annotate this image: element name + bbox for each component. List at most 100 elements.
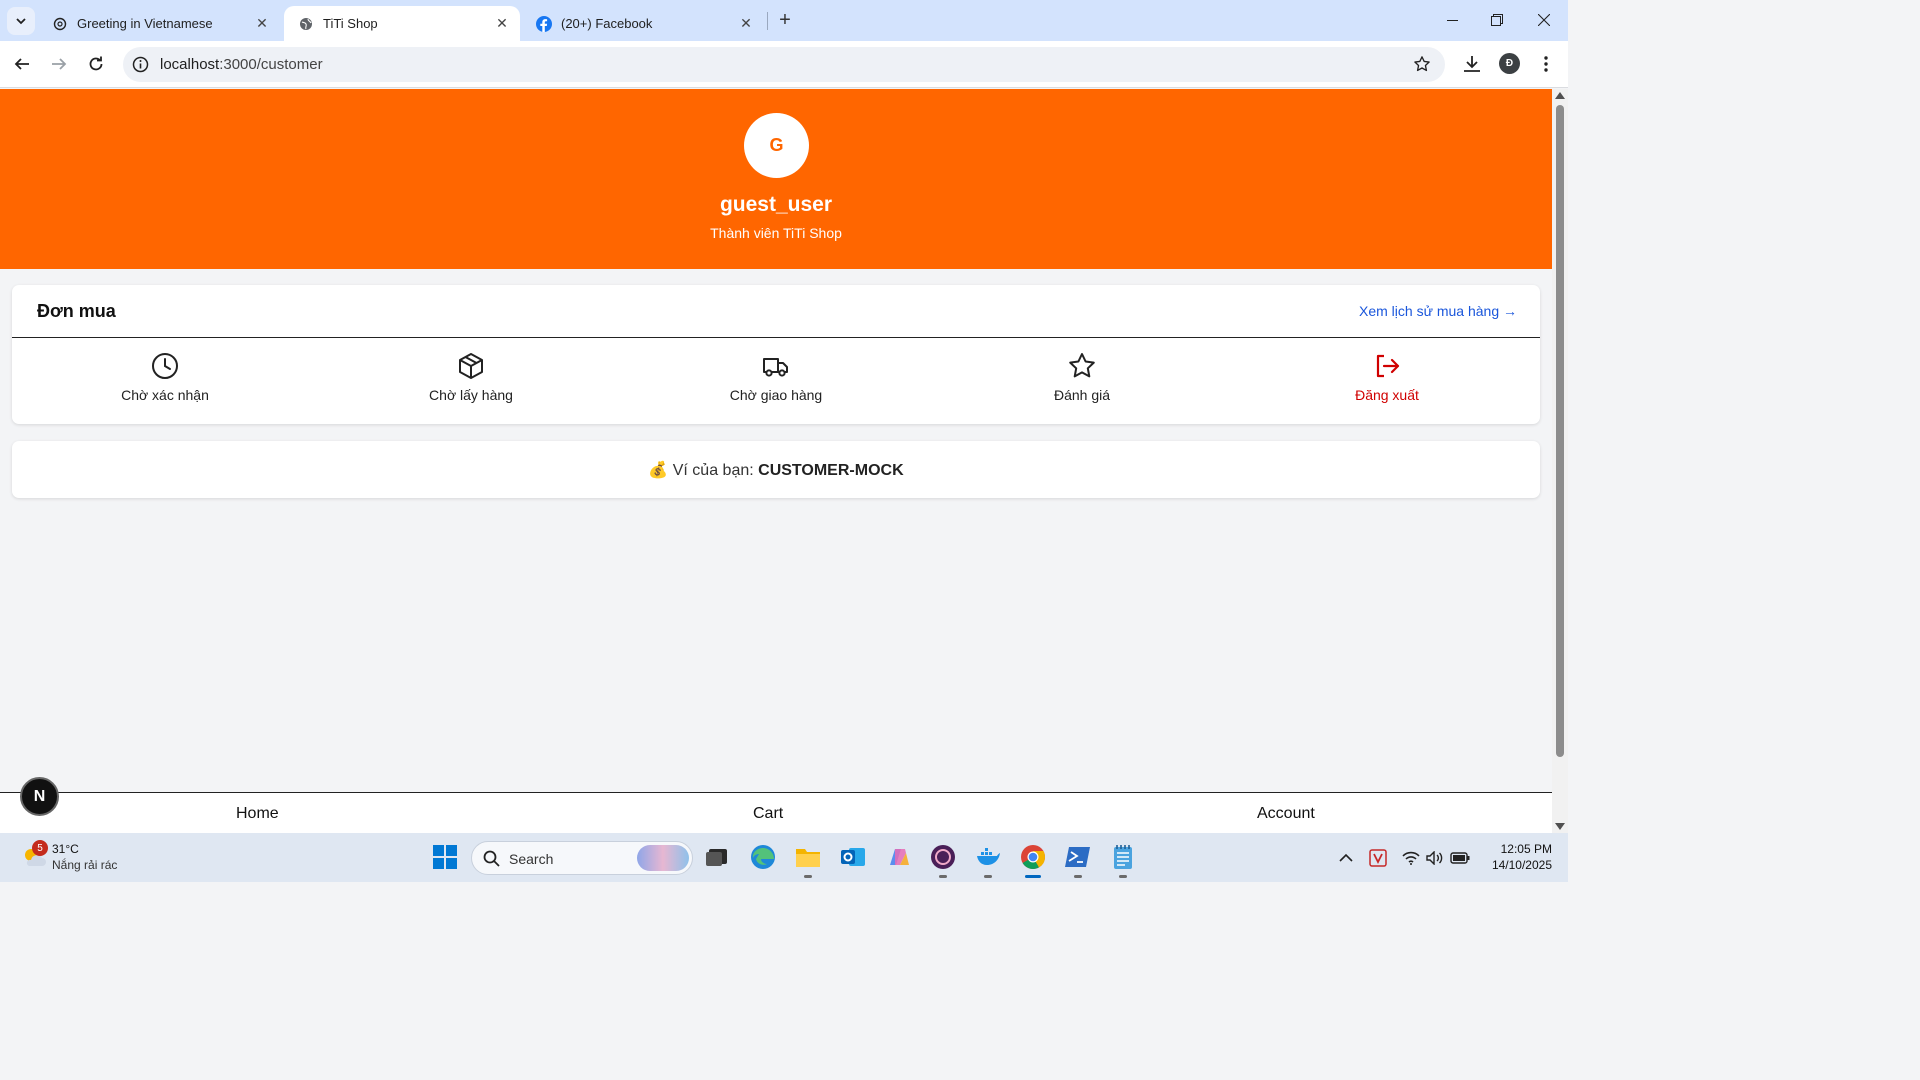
scroll-down-icon[interactable] <box>1555 823 1565 830</box>
tab-separator <box>767 12 768 30</box>
bottom-navigation: Home Cart Account <box>0 792 1552 833</box>
logout-icon <box>1376 354 1400 378</box>
app-v-icon <box>1369 849 1387 867</box>
url-text[interactable]: localhost:3000/customer <box>160 56 323 73</box>
orders-card: Đơn mua Xem lịch sử mua hàng → Chờ xác n… <box>12 285 1540 424</box>
nextjs-dev-badge[interactable]: N <box>20 777 59 816</box>
bookmark-star-icon[interactable] <box>1413 55 1431 73</box>
status-pending-confirmation[interactable]: Chờ xác nhận <box>12 351 318 403</box>
wallet-line: 💰 Ví của bạn: CUSTOMER-MOCK <box>12 460 1540 480</box>
wallet-value: CUSTOMER-MOCK <box>758 462 904 479</box>
speaker-icon <box>1426 851 1443 865</box>
page-scrollbar[interactable] <box>1552 89 1568 833</box>
profile-avatar[interactable]: Đ <box>1499 53 1520 74</box>
outlook-app[interactable] <box>838 842 868 872</box>
forward-button[interactable] <box>45 50 73 78</box>
clock-date: 14/10/2025 <box>1491 858 1552 872</box>
taskbar-search[interactable]: Search <box>471 841 693 875</box>
tab-greeting-in-vietnamese[interactable]: Greeting in Vietnamese ✕ <box>38 6 280 41</box>
star-icon <box>1069 353 1095 378</box>
notepad-app[interactable] <box>1108 842 1138 878</box>
powershell-app[interactable] <box>1063 842 1093 878</box>
arrow-left-icon <box>14 58 29 70</box>
clock-icon <box>152 353 178 379</box>
close-icon[interactable]: ✕ <box>738 15 754 32</box>
restore-icon <box>1491 14 1503 26</box>
outlook-icon <box>841 848 865 866</box>
tradingview-app[interactable] <box>928 842 958 878</box>
task-view-button[interactable] <box>702 842 732 872</box>
close-window-button[interactable] <box>1521 0 1567 40</box>
nav-home[interactable]: Home <box>236 805 279 823</box>
search-icon <box>483 850 500 867</box>
close-icon[interactable]: ✕ <box>494 15 510 32</box>
tab-search-button[interactable] <box>7 7 35 35</box>
weather-condition: Nắng rải rác <box>52 858 118 872</box>
file-explorer-app[interactable] <box>793 842 823 878</box>
status-review[interactable]: Đánh giá <box>929 351 1235 403</box>
new-tab-button[interactable]: + <box>773 8 797 32</box>
running-indicator <box>984 875 992 878</box>
windows-logo-icon <box>433 845 457 869</box>
vivaldi-tray-app[interactable] <box>1368 848 1388 868</box>
notification-badge: 5 <box>32 840 48 856</box>
orders-header: Đơn mua Xem lịch sử mua hàng → <box>12 285 1540 338</box>
reload-icon <box>89 56 103 71</box>
edge-icon <box>751 845 775 869</box>
chrome-app[interactable] <box>1018 842 1048 878</box>
logout-button[interactable]: Đăng xuất <box>1234 351 1540 403</box>
browser-toolbar: localhost:3000/customer Đ <box>0 41 1568 88</box>
status-label: Chờ giao hàng <box>729 387 823 403</box>
docker-app[interactable] <box>973 842 1003 878</box>
terminal-icon <box>1065 847 1090 867</box>
site-info-icon[interactable] <box>132 56 149 73</box>
downloads-button[interactable] <box>1458 50 1486 78</box>
restore-button[interactable] <box>1474 0 1520 40</box>
start-button[interactable] <box>430 842 460 872</box>
status-in-delivery[interactable]: Chờ giao hàng <box>623 351 929 403</box>
nav-cart[interactable]: Cart <box>753 805 783 823</box>
show-hidden-icons-button[interactable] <box>1336 848 1356 868</box>
tab-title: Greeting in Vietnamese <box>77 16 213 31</box>
chevron-down-icon <box>16 18 26 25</box>
tab-facebook[interactable]: (20+) Facebook ✕ <box>522 6 764 41</box>
scroll-up-icon[interactable] <box>1555 92 1565 99</box>
minimize-icon <box>1446 19 1458 21</box>
back-button[interactable] <box>8 50 36 78</box>
chrome-icon <box>1021 845 1045 870</box>
purchase-history-link[interactable]: Xem lịch sử mua hàng → <box>1359 303 1517 319</box>
system-clock[interactable]: 12:05 PM 14/10/2025 <box>1476 841 1552 873</box>
nav-account[interactable]: Account <box>1257 805 1315 823</box>
tab-titi-shop[interactable]: TiTi Shop ✕ <box>284 6 520 41</box>
active-indicator <box>1025 875 1041 878</box>
scrollbar-thumb[interactable] <box>1556 105 1564 757</box>
address-bar[interactable]: localhost:3000/customer <box>123 47 1445 82</box>
tab-title: TiTi Shop <box>323 16 378 31</box>
openai-icon <box>52 16 68 32</box>
chevron-up-icon <box>1339 853 1353 862</box>
status-awaiting-pickup[interactable]: Chờ lấy hàng <box>318 351 624 403</box>
volume-status[interactable] <box>1425 848 1445 868</box>
docker-icon <box>977 848 1000 865</box>
running-indicator <box>1074 875 1082 878</box>
globe-icon <box>298 16 314 32</box>
member-label: Thành viên TiTi Shop <box>710 225 842 241</box>
edge-app[interactable] <box>748 842 778 872</box>
close-icon[interactable]: ✕ <box>254 15 270 32</box>
truck-icon <box>763 358 788 377</box>
running-indicator <box>939 875 947 878</box>
copilot-app[interactable] <box>883 842 913 872</box>
page-viewport: G guest_user Thành viên TiTi Shop Đơn mu… <box>0 89 1552 833</box>
reload-button[interactable] <box>82 50 110 78</box>
minimize-button[interactable] <box>1429 0 1475 40</box>
weather-widget[interactable]: 5 31°C Nắng rải rác <box>22 840 162 876</box>
browser-menu-button[interactable] <box>1532 50 1560 78</box>
arrow-right-icon <box>52 58 67 70</box>
status-label: Đánh giá <box>1053 387 1111 403</box>
search-highlight-image <box>637 845 689 871</box>
facebook-icon <box>536 15 552 32</box>
windows-taskbar: 5 31°C Nắng rải rác Search 12:05 PM 14/1… <box>0 833 1568 882</box>
close-icon <box>1538 14 1550 26</box>
wifi-status[interactable] <box>1401 848 1421 868</box>
battery-status[interactable] <box>1450 848 1470 868</box>
